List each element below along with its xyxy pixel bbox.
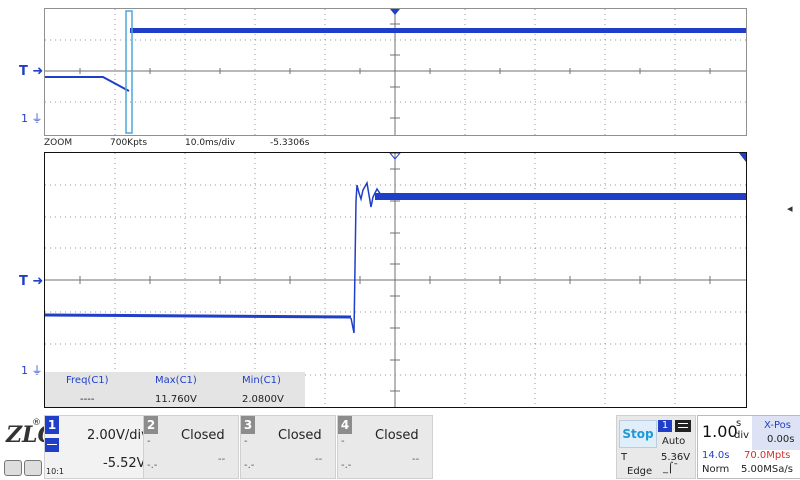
main-graticule (45, 153, 746, 407)
bottom-status-bar: ZLG ® 1 2.00V/div -5.52V 10:1 2 - Closed… (0, 412, 800, 480)
timebase-unit-bottom: div (734, 430, 750, 441)
channel1-offset: -5.52V (103, 456, 146, 471)
zoom-points: 700Kpts (110, 138, 148, 148)
measurement-header-freq: Freq(C1) (66, 375, 109, 386)
main-trigger-level-marker[interactable]: T ➜ (19, 274, 43, 289)
trigger-label: T (621, 452, 628, 463)
timebase-panel[interactable]: 1.00 s div X-Pos 0.00s 14.0s 70.0Mpts No… (697, 415, 800, 479)
channel1-color-swatch (45, 438, 59, 452)
timebase-value: 1.00 (702, 422, 738, 441)
channel4-number: 4 (338, 416, 352, 434)
channel3-panel[interactable]: 3 - Closed -.- -- (240, 415, 336, 479)
trigger-position-marker[interactable] (390, 9, 400, 15)
channel3-coupling: -.- (244, 460, 255, 471)
trigger-mode: Auto (662, 436, 686, 447)
main-waveform-panel[interactable] (44, 152, 747, 408)
record-icon[interactable] (4, 460, 22, 476)
channel3-status: Closed (278, 428, 322, 443)
channel2-panel[interactable]: 2 - Closed -.- -- (143, 415, 239, 479)
trigger-type: Edge (627, 466, 653, 477)
registered-mark-icon: ® (32, 418, 41, 428)
acquisition-span: 14.0s (702, 450, 730, 461)
run-stop-button[interactable]: Stop (619, 420, 657, 448)
channel1-panel[interactable]: 1 2.00V/div -5.52V 10:1 (44, 415, 149, 479)
channel1-number: 1 (45, 416, 59, 434)
side-menu-expand-icon[interactable]: ◂ (787, 202, 793, 215)
xpos-value: 0.00s (767, 434, 795, 445)
channel1-probe-ratio: 10:1 (46, 467, 64, 476)
timebase-unit-top: s (736, 418, 742, 429)
rising-edge-icon: _⌠¯ (663, 463, 679, 474)
overview-channel1-marker[interactable]: 1 ⏚ (21, 110, 43, 126)
overview-trigger-level-marker[interactable]: T ➜ (19, 64, 43, 79)
measurement-table[interactable]: Freq(C1) Max(C1) Min(C1) ---- 11.760V 2.… (45, 372, 305, 407)
channel2-coupling: -.- (147, 460, 158, 471)
channel4-panel[interactable]: 4 - Closed -.- -- (337, 415, 433, 479)
measurement-value-min: 2.0800V (242, 394, 284, 405)
overview-graticule (45, 9, 746, 135)
xpos-label: X-Pos (764, 420, 791, 431)
channel4-offset: -- (412, 454, 420, 465)
zoom-label: ZOOM (44, 138, 73, 148)
channel2-offset: -- (218, 454, 226, 465)
zoom-position: -5.3306s (270, 138, 310, 148)
acquisition-mode: Norm (702, 464, 730, 475)
channel3-dash: - (244, 436, 248, 447)
channel3-number: 3 (241, 416, 255, 434)
channel2-dash: - (147, 436, 151, 447)
channel4-status: Closed (375, 428, 419, 443)
measurement-value-max: 11.760V (155, 394, 197, 405)
zoom-timebase: 10.0ms/div (185, 138, 236, 148)
sample-rate: 5.00MSa/s (741, 464, 793, 475)
trigger-level: 5.36V (661, 452, 691, 463)
channel2-status: Closed (181, 428, 225, 443)
zoom-search-icon[interactable] (24, 460, 42, 476)
trigger-source: 1 (658, 420, 672, 432)
main-offscreen-marker (739, 153, 746, 162)
overview-waveform-panel[interactable] (44, 8, 747, 136)
channel4-dash: - (341, 436, 345, 447)
memory-depth: 70.0Mpts (744, 450, 791, 461)
measurement-value-freq: ---- (80, 394, 95, 405)
channel2-number: 2 (144, 416, 158, 434)
measurement-header-min: Min(C1) (242, 375, 281, 386)
trigger-source-icon (675, 420, 691, 432)
trigger-panel[interactable]: Stop 1 Auto T 5.36V Edge _⌠¯ (616, 415, 696, 479)
xpos-box[interactable]: X-Pos 0.00s (752, 416, 800, 450)
main-channel1-marker[interactable]: 1 ⏚ (21, 362, 43, 378)
zoom-info-bar: ZOOM 700Kpts 10.0ms/div -5.3306s (44, 138, 745, 150)
channel3-offset: -- (315, 454, 323, 465)
channel1-scale: 2.00V/div (87, 428, 149, 443)
channel4-coupling: -.- (341, 460, 352, 471)
measurement-header-max: Max(C1) (155, 375, 197, 386)
